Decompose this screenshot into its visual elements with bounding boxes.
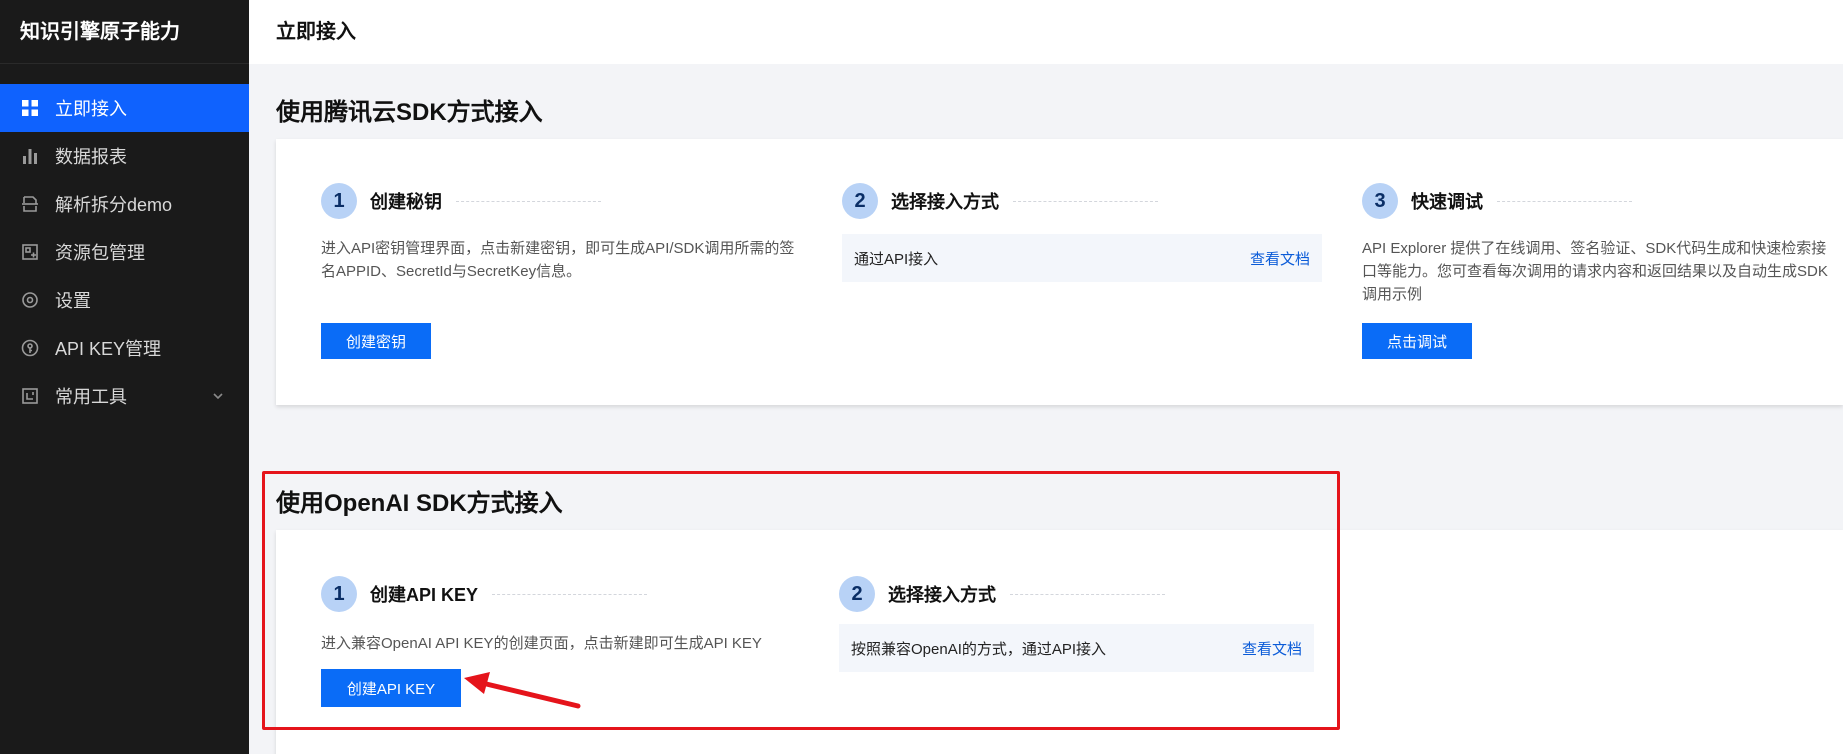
annotation-arrow-icon — [464, 672, 581, 709]
sidebar-item-reports[interactable]: 数据报表 — [0, 132, 249, 180]
key-icon — [20, 338, 40, 358]
step-divider — [1497, 200, 1632, 202]
page-title: 立即接入 — [276, 21, 356, 43]
sidebar-item-api-key[interactable]: API KEY管理 — [0, 324, 249, 372]
sidebar-item-tools[interactable]: 常用工具 — [0, 372, 249, 420]
page-header: 立即接入 — [249, 0, 1843, 64]
access-option-api: 通过API接入 查看文档 — [842, 234, 1322, 282]
step-title: 选择接入方式 — [891, 192, 999, 212]
step-number: 2 — [839, 576, 875, 612]
step-number: 3 — [1362, 183, 1398, 219]
sidebar-nav: 立即接入 数据报表 解析拆分demo 资源包管理 设置 API KEY管理 常用… — [0, 84, 249, 420]
sidebar-item-parse-demo[interactable]: 解析拆分demo — [0, 180, 249, 228]
create-api-key-button[interactable]: 创建API KEY — [321, 669, 461, 707]
sidebar-item-label: 数据报表 — [55, 147, 127, 167]
step-description: 进入兼容OpenAI API KEY的创建页面，点击新建即可生成API KEY — [321, 635, 762, 652]
step-title: 选择接入方式 — [888, 585, 996, 605]
sidebar-item-settings[interactable]: 设置 — [0, 276, 249, 324]
step-select-access: 2 选择接入方式 — [842, 183, 1322, 219]
view-docs-link[interactable]: 查看文档 — [1250, 248, 1310, 269]
main-content: 使用腾讯云SDK方式接入 1 创建秘钥 进入API密钥管理界面，点击新建密钥，即… — [249, 64, 1843, 754]
sidebar-item-label: API KEY管理 — [55, 339, 162, 359]
section-title-openai-sdk: 使用OpenAI SDK方式接入 — [276, 490, 563, 517]
step-create-secret: 1 创建秘钥 进入API密钥管理界面，点击新建密钥，即可生成API/SDK调用所… — [321, 183, 796, 283]
sidebar-item-label: 资源包管理 — [55, 243, 145, 263]
create-secret-button[interactable]: 创建密钥 — [321, 323, 431, 359]
quick-debug-button[interactable]: 点击调试 — [1362, 323, 1472, 359]
openai-sdk-card: 1 创建API KEY 进入兼容OpenAI API KEY的创建页面，点击新建… — [276, 530, 1843, 754]
grid-icon — [20, 98, 40, 118]
sidebar-item-label: 设置 — [55, 291, 91, 311]
step-quick-debug: 3 快速调试 API Explorer 提供了在线调用、签名验证、SDK代码生成… — [1362, 183, 1837, 306]
sidebar-item-label: 解析拆分demo — [55, 195, 173, 215]
chevron-down-icon[interactable] — [211, 389, 225, 403]
access-option-label: 通过API接入 — [854, 250, 939, 268]
step-description: 进入API密钥管理界面，点击新建密钥，即可生成API/SDK调用所需的签名APP… — [321, 240, 795, 280]
sidebar-item-label: 立即接入 — [55, 99, 127, 119]
step-divider — [1010, 593, 1165, 595]
access-option-label: 按照兼容OpenAI的方式，通过API接入 — [851, 640, 1107, 658]
tencent-sdk-card: 1 创建秘钥 进入API密钥管理界面，点击新建密钥，即可生成API/SDK调用所… — [276, 139, 1843, 405]
step-number: 1 — [321, 183, 357, 219]
settings-icon — [20, 290, 40, 310]
sidebar-item-quick-access[interactable]: 立即接入 — [0, 84, 249, 132]
tools-icon — [20, 386, 40, 406]
view-docs-link[interactable]: 查看文档 — [1242, 638, 1302, 659]
sidebar-item-label: 常用工具 — [55, 387, 127, 407]
step-select-access-openai: 2 选择接入方式 — [839, 576, 1314, 612]
step-create-api-key: 1 创建API KEY 进入兼容OpenAI API KEY的创建页面，点击新建… — [321, 576, 801, 655]
sidebar: 知识引擎原子能力 立即接入 数据报表 解析拆分demo 资源包管理 设置 API… — [0, 0, 249, 754]
step-divider — [492, 593, 648, 595]
step-title: 创建API KEY — [370, 585, 479, 605]
step-divider — [456, 200, 601, 202]
step-description: API Explorer 提供了在线调用、签名验证、SDK代码生成和快速检索接口… — [1362, 240, 1828, 303]
app-brand: 知识引擎原子能力 — [0, 0, 249, 64]
step-title: 创建秘钥 — [370, 192, 442, 212]
step-number: 2 — [842, 183, 878, 219]
section-title-tencent-sdk: 使用腾讯云SDK方式接入 — [276, 99, 543, 126]
sidebar-item-package[interactable]: 资源包管理 — [0, 228, 249, 276]
access-option-openai: 按照兼容OpenAI的方式，通过API接入 查看文档 — [839, 624, 1314, 672]
step-title: 快速调试 — [1411, 192, 1483, 212]
step-divider — [1013, 200, 1158, 202]
step-number: 1 — [321, 576, 357, 612]
package-icon — [20, 242, 40, 262]
bar-chart-icon — [20, 146, 40, 166]
document-split-icon — [20, 194, 40, 214]
